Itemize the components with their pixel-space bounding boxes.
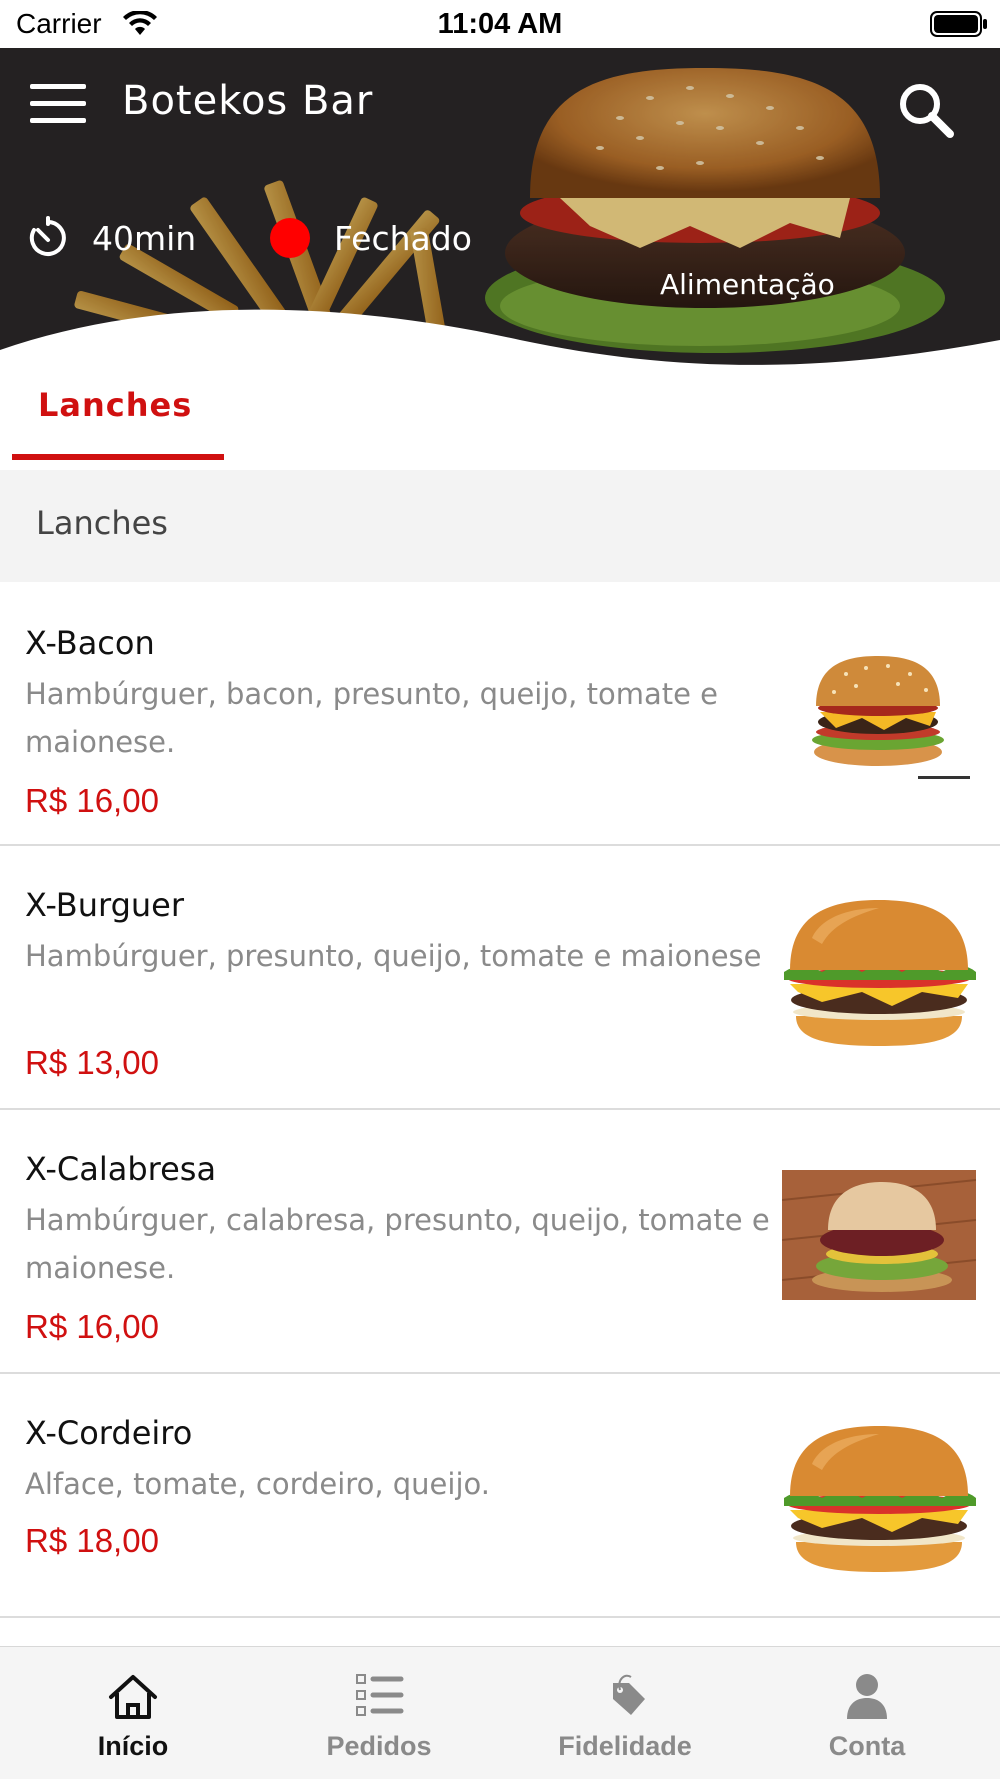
status-dot <box>270 218 310 258</box>
product-price: R$ 18,00 <box>25 1522 159 1559</box>
search-icon[interactable] <box>896 80 956 140</box>
tab-lanches[interactable]: Lanches <box>12 366 224 470</box>
bottom-tab-bar: Início Pedidos Fidelidade Conta <box>0 1646 1000 1779</box>
tab-label: Lanches <box>38 386 193 424</box>
delivery-time: 40min <box>26 216 196 260</box>
list-item[interactable]: X-Bacon Hambúrguer, bacon, presunto, que… <box>0 582 1000 846</box>
status-bar: Carrier 11:04 AM <box>0 0 1000 48</box>
open-status-label: Fechado <box>334 218 472 258</box>
category-tabs: Lanches <box>0 366 1000 470</box>
store-category: Alimentação <box>660 268 835 301</box>
list-item[interactable]: X-Cordeiro Alface, tomate, cordeiro, que… <box>0 1374 1000 1618</box>
section-title: Lanches <box>36 504 168 542</box>
tab-label: Conta <box>828 1731 906 1761</box>
hamburger-menu-icon <box>30 84 86 89</box>
loyalty-tag-icon <box>613 1674 645 1715</box>
product-price: R$ 13,00 <box>25 1044 159 1081</box>
stopwatch-icon <box>29 216 66 256</box>
tab-conta[interactable]: Conta <box>742 1647 992 1779</box>
product-description: Hambúrguer, calabresa, presunto, queijo,… <box>25 1203 770 1285</box>
product-name: X-Calabresa <box>25 1150 217 1188</box>
cheese-burger-image <box>784 900 976 1046</box>
product-description: Hambúrguer, bacon, presunto, queijo, tom… <box>25 677 718 759</box>
delivery-time-value: 40min <box>92 218 197 258</box>
order-list-icon <box>356 1674 404 1716</box>
tab-label: Fidelidade <box>558 1731 692 1761</box>
calabresa-burger-image <box>782 1170 976 1300</box>
active-tab-indicator <box>12 454 224 460</box>
product-price: R$ 16,00 <box>25 782 159 819</box>
tab-fidelidade[interactable]: Fidelidade <box>500 1647 750 1779</box>
store-header: Botekos Bar 40min Fechado Alimentação <box>0 48 1000 366</box>
product-price: R$ 16,00 <box>25 1308 159 1345</box>
battery-icon <box>930 11 987 37</box>
product-description: Hambúrguer, presunto, queijo, tomate e m… <box>25 939 762 973</box>
bacon-burger-image <box>812 656 970 779</box>
section-header: Lanches <box>0 470 1000 582</box>
tab-label: Início <box>97 1731 169 1761</box>
list-item[interactable]: X-Calabresa Hambúrguer, calabresa, presu… <box>0 1110 1000 1374</box>
list-item[interactable]: X-Burguer Hambúrguer, presunto, queijo, … <box>0 846 1000 1110</box>
home-icon <box>109 1675 157 1719</box>
product-name: X-Bacon <box>25 624 155 662</box>
cheese-burger-image <box>784 1426 976 1572</box>
tab-inicio[interactable]: Início <box>8 1647 258 1779</box>
product-name: X-Burguer <box>25 886 184 924</box>
person-icon <box>847 1674 887 1719</box>
product-name: X-Cordeiro <box>25 1414 193 1452</box>
tab-label: Pedidos <box>326 1731 432 1761</box>
product-description: Alface, tomate, cordeiro, queijo. <box>25 1467 490 1501</box>
menu-button[interactable] <box>30 84 90 130</box>
tab-pedidos[interactable]: Pedidos <box>254 1647 504 1779</box>
open-status: Fechado <box>270 218 472 258</box>
store-name: Botekos Bar <box>122 78 374 124</box>
clock: 11:04 AM <box>437 8 563 40</box>
